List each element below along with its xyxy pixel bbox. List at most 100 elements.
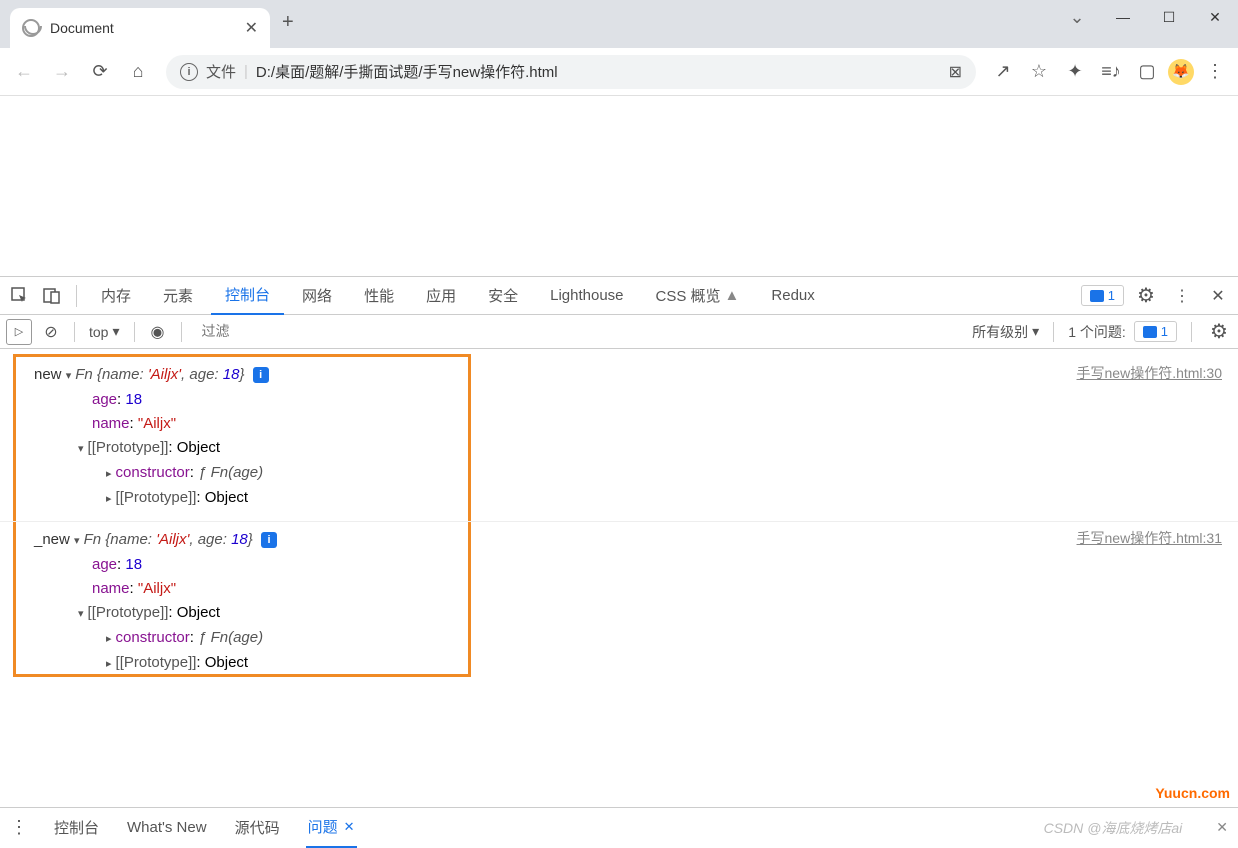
- file-label: 文件: [206, 61, 236, 82]
- url-text: D:/桌面/题解/手撕面试题/手写new操作符.html: [256, 61, 941, 82]
- separator: [134, 322, 135, 342]
- issues-badge[interactable]: 1: [1081, 285, 1124, 306]
- console-filter-input[interactable]: [202, 323, 957, 339]
- log-summary-row[interactable]: new Fn {name: 'Ailjx', age: 18} i: [34, 363, 1222, 388]
- info-icon[interactable]: i: [253, 367, 269, 383]
- prototype-row[interactable]: [[Prototype]]: Object: [34, 436, 1222, 461]
- drawer-tab-sources[interactable]: 源代码: [233, 808, 282, 848]
- watermark-yuucn: Yuucn.com: [1155, 785, 1230, 801]
- tab-application[interactable]: 应用: [412, 277, 470, 315]
- tab-elements[interactable]: 元素: [149, 277, 207, 315]
- separator: [74, 322, 75, 342]
- tab-css-overview[interactable]: CSS 概览▲: [642, 277, 754, 315]
- devtools-close-icon[interactable]: ✕: [1204, 282, 1232, 310]
- info-icon[interactable]: i: [261, 532, 277, 548]
- devtools-tabbar: 内存 元素 控制台 网络 性能 应用 安全 Lighthouse CSS 概览▲…: [0, 277, 1238, 315]
- expand-toggle-icon[interactable]: [106, 652, 112, 676]
- media-control-icon[interactable]: ≡♪: [1096, 57, 1126, 87]
- devtools-panel: 内存 元素 控制台 网络 性能 应用 安全 Lighthouse CSS 概览▲…: [0, 276, 1238, 847]
- omnibox[interactable]: i 文件 | D:/桌面/题解/手撕面试题/手写new操作符.html ⊠: [166, 55, 976, 89]
- side-panel-icon[interactable]: ▢: [1132, 57, 1162, 87]
- chrome-menu-icon[interactable]: ⋮: [1200, 57, 1230, 87]
- reload-button[interactable]: ⟳: [84, 56, 116, 88]
- expand-toggle-icon[interactable]: [74, 529, 80, 553]
- new-tab-button[interactable]: +: [282, 11, 294, 38]
- property-row[interactable]: name: "Ailjx": [34, 412, 1222, 436]
- drawer-more-icon[interactable]: ⋮: [10, 817, 28, 838]
- drawer-close-icon[interactable]: ✕: [1216, 819, 1228, 836]
- close-window-button[interactable]: ✕: [1192, 0, 1238, 34]
- source-link[interactable]: 手写new操作符.html:30: [1077, 363, 1222, 383]
- tab-console[interactable]: 控制台: [211, 277, 284, 315]
- close-icon[interactable]: ✕: [344, 819, 355, 835]
- property-row[interactable]: age: 18: [34, 388, 1222, 412]
- page-viewport: [0, 96, 1238, 276]
- inspect-element-icon[interactable]: [6, 282, 34, 310]
- favicon-globe-icon: [22, 19, 40, 37]
- tab-lighthouse[interactable]: Lighthouse: [536, 277, 637, 315]
- watermark-csdn: CSDN @海底烧烤店ai: [1044, 818, 1183, 838]
- console-settings-icon[interactable]: ⚙: [1206, 319, 1232, 345]
- expand-toggle-icon[interactable]: [66, 364, 72, 388]
- log-level-selector[interactable]: 所有级别▾: [972, 322, 1039, 342]
- drawer-tab-issues[interactable]: 问题✕: [306, 808, 357, 848]
- window-controls: ⌄ — ☐ ✕: [1054, 0, 1238, 48]
- tab-overflow-icon[interactable]: ⌄: [1054, 0, 1100, 34]
- device-toolbar-icon[interactable]: [38, 282, 66, 310]
- expand-toggle-icon[interactable]: [106, 462, 112, 486]
- drawer-tab-whatsnew[interactable]: What's New: [125, 808, 209, 848]
- tab-close-icon[interactable]: ✕: [245, 18, 258, 38]
- console-log-entry: 手写new操作符.html:30 new Fn {name: 'Ailjx', …: [0, 357, 1238, 521]
- property-row[interactable]: age: 18: [34, 553, 1222, 577]
- tab-performance[interactable]: 性能: [350, 277, 408, 315]
- constructor-row[interactable]: constructor: ƒ Fn(age): [34, 626, 1222, 651]
- tab-redux[interactable]: Redux: [757, 277, 828, 315]
- bookmark-star-icon[interactable]: ☆: [1024, 57, 1054, 87]
- log-summary-row[interactable]: _new Fn {name: 'Ailjx', age: 18} i: [34, 528, 1222, 553]
- property-row[interactable]: name: "Ailjx": [34, 577, 1222, 601]
- separator: [1053, 322, 1054, 342]
- devtools-more-icon[interactable]: ⋮: [1168, 282, 1196, 310]
- expand-toggle-icon[interactable]: [78, 602, 84, 626]
- speech-bubble-icon: [1090, 290, 1104, 302]
- console-filter[interactable]: [192, 323, 967, 341]
- profile-avatar[interactable]: 🦊: [1168, 59, 1194, 85]
- source-link[interactable]: 手写new操作符.html:31: [1077, 528, 1222, 548]
- console-toolbar: ▷ ⊘ top▾ ◉ 所有级别▾ 1 个问题: 1 ⚙: [0, 315, 1238, 349]
- drawer-tab-console[interactable]: 控制台: [52, 808, 101, 848]
- tab-network[interactable]: 网络: [288, 277, 346, 315]
- tab-security[interactable]: 安全: [474, 277, 532, 315]
- maximize-button[interactable]: ☐: [1146, 0, 1192, 34]
- back-button[interactable]: ←: [8, 56, 40, 88]
- speech-bubble-icon: [1143, 326, 1157, 338]
- console-sidebar-toggle-icon[interactable]: ▷: [6, 319, 32, 345]
- expand-toggle-icon[interactable]: [78, 437, 84, 461]
- forward-button[interactable]: →: [46, 56, 78, 88]
- omnibox-divider: |: [244, 63, 248, 80]
- clear-console-icon[interactable]: ⊘: [38, 319, 64, 345]
- prototype-row[interactable]: [[Prototype]]: Object: [34, 601, 1222, 626]
- issues-indicator[interactable]: 1 个问题: 1: [1068, 321, 1177, 342]
- prototype-row[interactable]: [[Prototype]]: Object: [34, 486, 1222, 511]
- separator: [76, 285, 77, 307]
- translate-icon[interactable]: ⊠: [949, 62, 962, 82]
- execution-context-selector[interactable]: top▾: [85, 323, 124, 340]
- devtools-settings-icon[interactable]: ⚙: [1132, 282, 1160, 310]
- minimize-button[interactable]: —: [1100, 0, 1146, 34]
- site-info-icon[interactable]: i: [180, 63, 198, 81]
- expand-toggle-icon[interactable]: [106, 487, 112, 511]
- address-bar: ← → ⟳ ⌂ i 文件 | D:/桌面/题解/手撕面试题/手写new操作符.h…: [0, 48, 1238, 96]
- live-expression-eye-icon[interactable]: ◉: [145, 319, 171, 345]
- prototype-row[interactable]: [[Prototype]]: Object: [34, 651, 1222, 676]
- browser-tab[interactable]: Document ✕: [10, 8, 270, 48]
- expand-toggle-icon[interactable]: [106, 627, 112, 651]
- console-output: 手写new操作符.html:30 new Fn {name: 'Ailjx', …: [0, 349, 1238, 807]
- tab-title: Document: [50, 20, 235, 36]
- constructor-row[interactable]: constructor: ƒ Fn(age): [34, 461, 1222, 486]
- extensions-puzzle-icon[interactable]: ✦: [1060, 57, 1090, 87]
- separator: [1191, 322, 1192, 342]
- home-button[interactable]: ⌂: [122, 56, 154, 88]
- issues-badge[interactable]: 1: [1134, 321, 1177, 342]
- share-icon[interactable]: ↗: [988, 57, 1018, 87]
- tab-memory[interactable]: 内存: [87, 277, 145, 315]
